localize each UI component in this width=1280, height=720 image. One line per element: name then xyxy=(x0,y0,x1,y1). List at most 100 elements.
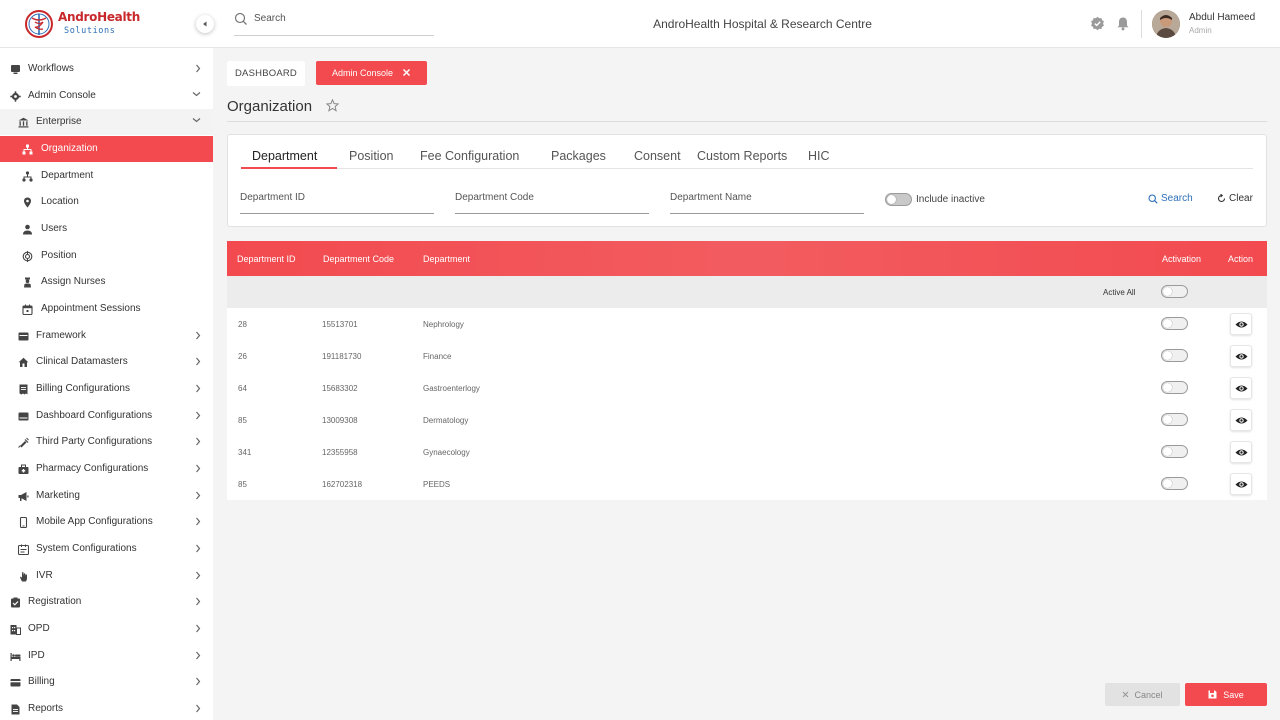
cell-department-code: 13009308 xyxy=(322,416,358,425)
view-button[interactable] xyxy=(1230,473,1252,495)
active-all-label: Active All xyxy=(1103,288,1136,297)
active-all-row: Active All xyxy=(227,276,1267,308)
sidebar-item-enterprise[interactable]: Enterprise xyxy=(0,109,213,135)
cancel-button[interactable]: Cancel xyxy=(1105,683,1180,706)
sidebar-item-clinical-datamasters[interactable]: Clinical Datamasters xyxy=(0,349,213,375)
chevron-down-icon xyxy=(192,92,201,97)
avatar[interactable] xyxy=(1152,10,1180,38)
department-name-field[interactable] xyxy=(670,191,864,214)
chevron-right-icon xyxy=(196,677,201,686)
search-button[interactable]: Search xyxy=(1148,193,1193,204)
activation-toggle[interactable] xyxy=(1161,317,1188,330)
chevron-right-icon xyxy=(196,517,201,526)
sidebar-item-reports[interactable]: Reports xyxy=(0,696,213,720)
sidebar-item-admin-console[interactable]: Admin Console xyxy=(0,83,213,109)
tab-custom-reports[interactable]: Custom Reports xyxy=(697,149,787,163)
title-divider xyxy=(227,121,1267,122)
sidebar-item-ivr[interactable]: IVR xyxy=(0,563,213,589)
department-id-input[interactable] xyxy=(240,192,434,203)
activation-toggle[interactable] xyxy=(1161,445,1188,458)
sidebar-item-third-party-configurations[interactable]: Third Party Configurations xyxy=(0,429,213,455)
sidebar-item-department[interactable]: Department xyxy=(0,163,213,189)
sidebar-item-dashboard-configurations[interactable]: Dashboard Configurations xyxy=(0,403,213,429)
sidebar-item-registration[interactable]: Registration xyxy=(0,589,213,615)
view-button[interactable] xyxy=(1230,345,1252,367)
sidebar-item-pharmacy-configurations[interactable]: Pharmacy Configurations xyxy=(0,456,213,482)
activation-toggle[interactable] xyxy=(1161,349,1188,362)
tabs-divider xyxy=(241,168,1253,169)
sidebar-item-appointment-sessions[interactable]: Appointment Sessions xyxy=(0,296,213,322)
chevron-right-icon xyxy=(196,651,201,660)
close-icon xyxy=(1123,691,1129,698)
activation-toggle[interactable] xyxy=(1161,381,1188,394)
cell-department-id: 85 xyxy=(238,480,247,489)
eye-icon xyxy=(1235,449,1247,455)
tab-packages[interactable]: Packages xyxy=(551,149,606,163)
cell-department-code: 12355958 xyxy=(322,448,358,457)
sidebar-item-framework[interactable]: Framework xyxy=(0,323,213,349)
close-icon[interactable] xyxy=(402,68,411,77)
chevron-right-icon xyxy=(196,571,201,580)
department-id-field[interactable] xyxy=(240,191,434,214)
sidebar-item-organization[interactable]: Organization xyxy=(0,136,213,162)
caret-left-icon xyxy=(203,21,207,27)
sidebar-item-location[interactable]: Location xyxy=(0,189,213,215)
column-header-code[interactable]: Department Code xyxy=(323,254,394,264)
sidebar-item-label: Registration xyxy=(28,596,82,607)
sidebar-item-system-configurations[interactable]: System Configurations xyxy=(0,536,213,562)
tab-department[interactable]: Department xyxy=(252,149,317,163)
view-button[interactable] xyxy=(1230,409,1252,431)
clear-button[interactable]: Clear xyxy=(1217,193,1253,204)
breadcrumb-dashboard[interactable]: DASHBOARD xyxy=(227,61,305,86)
sidebar-item-billing-configurations[interactable]: Billing Configurations xyxy=(0,376,213,402)
sidebar-item-ipd[interactable]: IPD xyxy=(0,643,213,669)
department-code-field[interactable] xyxy=(455,191,649,214)
sidebar-item-marketing[interactable]: Marketing xyxy=(0,483,213,509)
sidebar-item-label: Framework xyxy=(36,330,87,341)
sidebar-item-label: Admin Console xyxy=(28,90,96,101)
tab-position[interactable]: Position xyxy=(349,149,393,163)
column-header-department[interactable]: Department xyxy=(423,254,470,264)
sidebar-item-label: Position xyxy=(41,250,77,261)
star-icon[interactable] xyxy=(326,99,339,112)
chevron-right-icon xyxy=(196,704,201,713)
table-row: 341 12355958 Gynaecology xyxy=(227,436,1267,468)
activation-toggle[interactable] xyxy=(1161,477,1188,490)
sidebar-item-billing[interactable]: Billing xyxy=(0,669,213,695)
sidebar-item-workflows[interactable]: Workflows xyxy=(0,56,213,82)
activation-toggle[interactable] xyxy=(1161,413,1188,426)
tab-fee-configuration[interactable]: Fee Configuration xyxy=(420,149,519,163)
global-search-input[interactable] xyxy=(254,13,429,24)
save-button[interactable]: Save xyxy=(1185,683,1267,706)
sidebar-item-opd[interactable]: OPD xyxy=(0,616,213,642)
view-button[interactable] xyxy=(1230,313,1252,335)
active-all-toggle[interactable] xyxy=(1161,285,1188,298)
eye-icon xyxy=(1235,417,1247,423)
column-header-id[interactable]: Department ID xyxy=(237,254,296,264)
breadcrumb-admin-console-tab[interactable]: Admin Console xyxy=(316,61,427,85)
sidebar-item-label: Billing Configurations xyxy=(36,383,130,394)
sidebar-item-mobile-app-configurations[interactable]: Mobile App Configurations xyxy=(0,509,213,535)
tab-consent[interactable]: Consent xyxy=(634,149,681,163)
sidebar-collapse-button[interactable] xyxy=(196,15,214,33)
location-pin-icon xyxy=(24,197,31,208)
verified-badge-icon[interactable] xyxy=(1090,16,1105,31)
department-code-input[interactable] xyxy=(455,192,649,203)
bell-icon[interactable] xyxy=(1116,16,1130,31)
app-logo[interactable]: AndroHealth Solutions xyxy=(24,8,140,40)
view-button[interactable] xyxy=(1230,377,1252,399)
sidebar: Workflows Admin Console Enterprise Organ… xyxy=(0,48,213,720)
chevron-right-icon xyxy=(196,357,201,366)
global-search[interactable] xyxy=(234,8,434,36)
include-inactive-toggle[interactable] xyxy=(885,193,912,206)
tab-hic[interactable]: HIC xyxy=(808,149,830,163)
table-row: 26 191181730 Finance xyxy=(227,340,1267,372)
view-button[interactable] xyxy=(1230,441,1252,463)
sidebar-item-position[interactable]: Position xyxy=(0,243,213,269)
sidebar-item-users[interactable]: Users xyxy=(0,216,213,242)
department-name-input[interactable] xyxy=(670,192,864,203)
dashboard-icon xyxy=(18,412,29,421)
sidebar-item-assign-nurses[interactable]: Assign Nurses xyxy=(0,269,213,295)
user-name: Abdul Hameed xyxy=(1189,12,1256,23)
sidebar-item-label: Workflows xyxy=(28,63,74,74)
